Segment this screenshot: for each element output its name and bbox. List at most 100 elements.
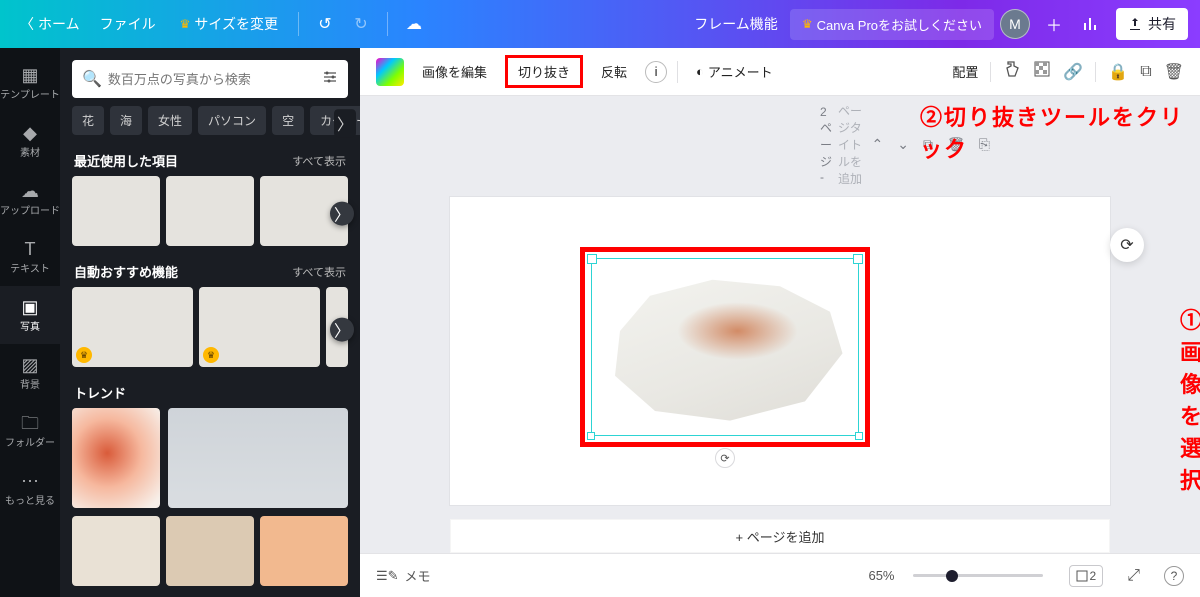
photo-thumb[interactable] bbox=[166, 516, 254, 586]
rail-more[interactable]: ⋯もっと見る bbox=[0, 460, 60, 518]
resize-handle[interactable] bbox=[855, 432, 863, 440]
context-toolbar: 画像を編集 切り抜き 反転 i ◐ アニメート 配置 🔗 🔒 ⧉ 🗑 bbox=[360, 48, 1200, 96]
add-page-button[interactable]: + ページを追加 bbox=[450, 519, 1110, 553]
flip-button[interactable]: 反転 bbox=[593, 56, 635, 87]
auto-row: 〉 bbox=[60, 287, 360, 377]
add-member-button[interactable]: ＋ bbox=[1038, 8, 1070, 40]
chevron-left-icon: 〈 bbox=[20, 14, 34, 34]
redo-button[interactable]: ↻ bbox=[345, 8, 377, 40]
photo-thumb[interactable] bbox=[199, 287, 320, 367]
photo-thumb[interactable] bbox=[168, 408, 348, 508]
page-nav-down-icon[interactable]: ⌄ bbox=[897, 136, 909, 153]
pro-cta-label: Canva Proをお試しください bbox=[817, 15, 982, 34]
rail-templates[interactable]: ▦テンプレート bbox=[0, 54, 60, 112]
share-button[interactable]: 共有 bbox=[1116, 8, 1188, 40]
canvas-stage[interactable]: ⟳ + ページを追加 bbox=[360, 193, 1200, 553]
edit-image-button[interactable]: 画像を編集 bbox=[414, 56, 495, 87]
instruction-step-1: ①画像を選択 bbox=[1180, 303, 1200, 495]
avatar[interactable]: M bbox=[1000, 9, 1030, 39]
undo-button[interactable]: ↺ bbox=[309, 8, 341, 40]
chip[interactable]: 海 bbox=[110, 106, 142, 135]
chip[interactable]: 女性 bbox=[148, 106, 192, 135]
duplicate-icon[interactable]: ⧉ bbox=[1140, 63, 1151, 81]
rotate-handle-icon[interactable]: ⟳ bbox=[715, 448, 735, 468]
rail-text[interactable]: Tテキスト bbox=[0, 228, 60, 286]
resize-handle[interactable] bbox=[587, 432, 595, 440]
photo-icon: ▣ bbox=[21, 298, 38, 316]
editor-footer: ☰✎ メモ 65% 2 ⤢ ? bbox=[360, 553, 1200, 597]
notes-label: メモ bbox=[405, 566, 431, 585]
page-indicator-button[interactable]: 2 bbox=[1069, 565, 1104, 587]
resize-button[interactable]: ♛ サイズを変更 bbox=[168, 8, 290, 40]
insights-button[interactable] bbox=[1074, 8, 1106, 40]
chip[interactable]: パソコン bbox=[198, 106, 266, 135]
file-menu[interactable]: ファイル bbox=[88, 8, 168, 40]
shapes-icon: ◆ bbox=[23, 124, 37, 142]
pro-cta-button[interactable]: ♛ Canva Proをお試しください bbox=[790, 9, 994, 40]
photo-thumb[interactable] bbox=[260, 516, 348, 586]
fullscreen-icon[interactable]: ⤢ bbox=[1127, 567, 1140, 585]
photo-thumb[interactable] bbox=[72, 516, 160, 586]
chip[interactable]: 空 bbox=[272, 106, 304, 135]
page-nav-up-icon[interactable]: ⌃ bbox=[872, 136, 884, 153]
notes-button[interactable]: ☰✎ メモ bbox=[376, 566, 431, 585]
chip[interactable]: 花 bbox=[72, 106, 104, 135]
background-icon: ▨ bbox=[21, 356, 38, 374]
see-all-link[interactable]: すべて表示 bbox=[292, 264, 346, 280]
lock-icon[interactable]: 🔒 bbox=[1108, 62, 1128, 82]
animate-icon: ◐ bbox=[696, 64, 704, 79]
row-next-button[interactable]: 〉 bbox=[330, 318, 354, 342]
canvas-page[interactable]: ⟳ bbox=[450, 197, 1110, 505]
photo-thumb[interactable] bbox=[72, 176, 160, 246]
cloud-sync-icon[interactable]: ☁ bbox=[398, 8, 430, 40]
selected-image[interactable] bbox=[600, 267, 850, 427]
photo-thumb[interactable] bbox=[72, 287, 193, 367]
row-next-button[interactable]: 〉 bbox=[330, 202, 354, 226]
photo-thumb[interactable] bbox=[166, 176, 254, 246]
rail-folder[interactable]: 🗀フォルダー bbox=[0, 402, 60, 460]
crop-button-highlight: 切り抜き bbox=[505, 55, 583, 88]
section-auto-head: 自動おすすめ機能 すべて表示 bbox=[60, 256, 360, 287]
trash-icon[interactable]: 🗑 bbox=[1164, 62, 1184, 82]
back-home-button[interactable]: 〈 ホーム bbox=[12, 8, 88, 40]
left-icon-rail: ▦テンプレート ◆素材 ☁アップロード Tテキスト ▣写真 ▨背景 🗀フォルダー… bbox=[0, 48, 60, 597]
filter-sliders-icon[interactable] bbox=[322, 69, 338, 90]
divider bbox=[1095, 62, 1096, 82]
text-icon: T bbox=[25, 240, 36, 258]
rail-upload[interactable]: ☁アップロード bbox=[0, 170, 60, 228]
help-icon[interactable]: ? bbox=[1164, 566, 1184, 586]
search-input[interactable] bbox=[108, 72, 316, 87]
crop-button[interactable]: 切り抜き bbox=[514, 60, 574, 83]
crown-icon: ♛ bbox=[180, 17, 191, 31]
transparency-icon[interactable] bbox=[1033, 60, 1051, 83]
tag-chips: 花 海 女性 パソコン 空 カーネー 〉 bbox=[60, 106, 360, 145]
search-icon: 🔍 bbox=[82, 69, 102, 89]
project-name[interactable]: フレーム機能 bbox=[694, 14, 778, 34]
rail-photos[interactable]: ▣写真 bbox=[0, 286, 60, 344]
see-all-link[interactable]: すべて表示 bbox=[292, 153, 346, 169]
selection-bounds[interactable] bbox=[591, 258, 859, 436]
reset-view-button[interactable]: ⟳ bbox=[1110, 228, 1144, 262]
upload-icon bbox=[1128, 17, 1142, 31]
color-swatch[interactable] bbox=[376, 58, 404, 86]
link-icon[interactable]: 🔗 bbox=[1063, 62, 1083, 82]
page-indicator-value: 2 bbox=[1090, 569, 1097, 583]
style-copy-icon[interactable] bbox=[1003, 60, 1021, 83]
info-button[interactable]: i bbox=[645, 61, 667, 83]
zoom-slider-knob[interactable] bbox=[946, 570, 958, 582]
recent-row: 〉 bbox=[60, 176, 360, 256]
rail-background[interactable]: ▨背景 bbox=[0, 344, 60, 402]
position-button[interactable]: 配置 bbox=[952, 62, 978, 81]
notes-icon: ☰✎ bbox=[376, 568, 399, 584]
page-title-placeholder[interactable]: ページタイトルを追加 bbox=[838, 102, 864, 187]
bar-chart-icon bbox=[1081, 15, 1099, 33]
zoom-value[interactable]: 65% bbox=[868, 568, 894, 583]
zoom-slider[interactable] bbox=[913, 574, 1043, 577]
photo-search[interactable]: 🔍 bbox=[72, 60, 348, 98]
photo-thumb[interactable] bbox=[72, 408, 160, 508]
rail-elements[interactable]: ◆素材 bbox=[0, 112, 60, 170]
more-icon: ⋯ bbox=[21, 472, 39, 490]
animate-button[interactable]: ◐ アニメート bbox=[688, 56, 781, 87]
chips-next-button[interactable]: 〉 bbox=[334, 109, 356, 137]
cloud-upload-icon: ☁ bbox=[21, 182, 39, 200]
